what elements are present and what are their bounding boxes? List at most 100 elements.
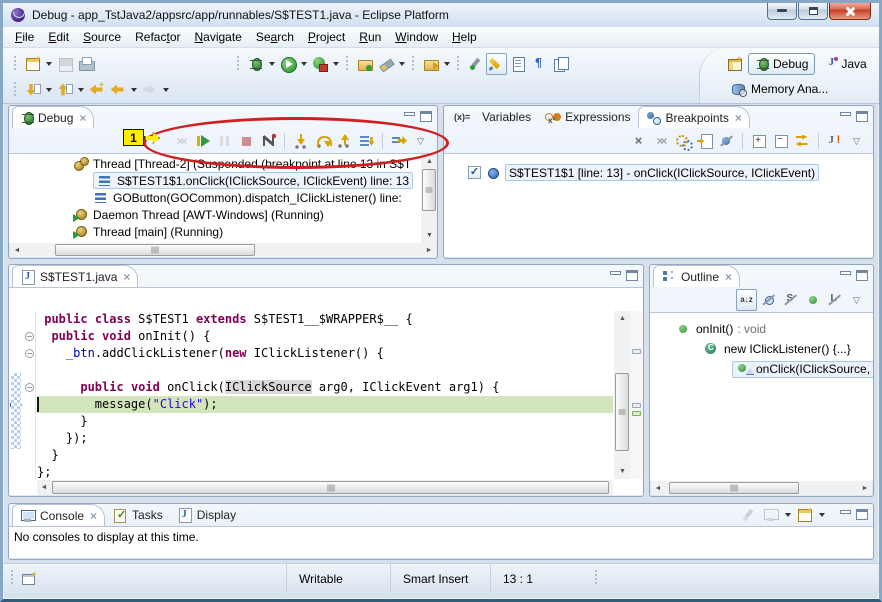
menu-search[interactable]: Search [249,28,301,46]
debug-tree-row[interactable]: GOButton(GOCommon).dispatch_IClickListen… [9,189,421,206]
debug-tree-row[interactable]: S$TEST1$1.onClick(IClickSource, IClickEv… [9,172,421,189]
statusbar-handle[interactable] [595,570,599,588]
folding-ruler[interactable] [23,311,36,479]
tab-expressions[interactable]: Expressions [538,106,637,128]
code-line[interactable]: public void onInit() { [37,328,613,345]
code-line[interactable]: }; [37,464,613,479]
tab-close-icon[interactable]: × [90,511,97,521]
prev-annotation-button[interactable] [54,79,75,101]
outline-tree-row[interactable]: onClick(IClickSource, [650,359,873,379]
breakpoint-row[interactable]: S$TEST1$1 [line: 13] - onClick(IClickSou… [444,164,873,181]
dropdown-arrow-icon[interactable] [782,504,793,526]
view-menu-button[interactable]: ▽ [846,289,867,311]
remove-all-button[interactable]: ×× [650,130,671,152]
show-supported-breakpoints-button[interactable] [672,130,693,152]
pin-editor-button[interactable] [465,53,486,75]
scroll-up-arrow[interactable]: ▲ [615,311,630,326]
link-with-view-button[interactable] [792,130,813,152]
dropdown-arrow-icon[interactable] [75,79,86,101]
dropdown-arrow-icon[interactable] [298,53,309,75]
minimize-view-button[interactable] [840,510,851,514]
scroll-down-arrow[interactable]: ▼ [615,464,630,479]
open-resource-button[interactable] [420,53,441,75]
open-console-button[interactable] [794,504,815,526]
expand-all-button[interactable] [748,130,769,152]
tab-close-icon[interactable]: × [79,113,86,123]
minimize-view-button[interactable] [404,112,415,116]
remove-button[interactable]: × [628,130,649,152]
fold-collapse-icon[interactable] [25,332,34,341]
run-button[interactable] [277,53,298,75]
breakpoint-checkbox[interactable] [468,166,481,179]
tab-close-icon[interactable]: × [725,272,732,282]
perspective-memory-button[interactable]: Memory Ana... [724,78,835,100]
outline-horizontal-scrollbar[interactable]: ◄ ► [651,481,872,495]
display-selected-console-button[interactable] [760,504,781,526]
tab-close-icon[interactable]: × [123,272,130,282]
scroll-down-arrow[interactable]: ▼ [422,228,437,243]
tab-console[interactable]: Console × [12,504,105,526]
annotation-ruler[interactable] [9,311,23,479]
menu-source[interactable]: Source [76,28,128,46]
code-line[interactable] [37,362,613,379]
tab-breakpoints[interactable]: Breakpoints × [638,106,750,128]
overview-annotation-mark[interactable] [632,403,641,408]
code-line[interactable]: } [37,413,613,430]
overview-current-line-mark[interactable] [632,411,641,416]
fold-collapse-icon[interactable] [25,383,34,392]
maximize-view-button[interactable] [626,270,638,281]
code-line[interactable]: } [37,447,613,464]
hide-non-public-button[interactable] [802,289,823,311]
overview-annotation-mark[interactable] [632,349,641,354]
code-line[interactable]: public class S$TEST1 extends S$TEST1__$W… [37,311,613,328]
code-line[interactable]: public void onClick(IClickSource arg0, I… [37,379,613,396]
current-debug-line[interactable]: message("Click"); [37,396,613,413]
new-wizard-button[interactable] [22,53,43,75]
maximize-view-button[interactable] [856,111,868,122]
minimize-view-button[interactable] [840,112,851,116]
window-close-button[interactable] [829,2,871,20]
menu-run[interactable]: Run [352,28,388,46]
menu-navigate[interactable]: Navigate [187,28,248,46]
toolbar-drag-handle[interactable] [411,55,416,73]
debug-tree-row[interactable]: Daemon Thread [AWT-Windows] (Running) [9,206,421,223]
editor-content[interactable]: public class S$TEST1 extends S$TEST1__$W… [9,287,643,495]
mark-occurrences-button[interactable] [486,53,507,75]
back-button[interactable] [107,79,128,101]
code-line[interactable]: }); [37,430,613,447]
toolbar-drag-handle[interactable] [13,55,18,73]
sort-button[interactable]: a↓z [736,289,757,311]
maximize-view-button[interactable] [420,111,432,122]
run-external-tools-button[interactable] [309,53,330,75]
statusbar-handle[interactable] [11,570,15,588]
menu-project[interactable]: Project [301,28,352,46]
add-java-exception-breakpoint-button[interactable] [824,130,845,152]
editor-horizontal-scrollbar[interactable]: ◄ [37,480,613,495]
dropdown-arrow-icon[interactable] [160,79,171,101]
toolbar-drag-handle[interactable] [456,55,461,73]
collapse-all-button[interactable] [770,130,791,152]
fold-collapse-icon[interactable] [25,349,34,358]
outline-tree-row[interactable]: new IClickListener() {...} [650,339,873,359]
outline-tree-row[interactable]: onInit() : void [650,319,873,339]
minimize-view-button[interactable] [840,271,851,275]
open-perspective-button[interactable] [724,53,745,75]
dropdown-arrow-icon[interactable] [128,79,139,101]
dropdown-arrow-icon[interactable] [396,53,407,75]
dropdown-arrow-icon[interactable] [816,504,827,526]
open-type-button[interactable] [354,53,375,75]
code-line[interactable]: _btn.addClickListener(new IClickListener… [37,345,613,362]
perspective-java-button[interactable]: J Java [818,53,873,75]
link-with-debug-button[interactable] [694,130,715,152]
debug-horizontal-scrollbar[interactable]: ◄ ► [10,243,436,257]
view-menu-button[interactable]: ▽ [846,130,867,152]
scroll-left-arrow[interactable]: ◄ [10,243,24,257]
minimize-view-button[interactable] [610,271,621,275]
debug-tree-row[interactable]: Thread [main] (Running) [9,223,421,240]
scroll-right-arrow[interactable]: ► [858,481,872,495]
debug-vertical-scrollbar[interactable]: ▲ ▼ [421,154,437,243]
toolbar-drag-handle[interactable] [345,55,350,73]
editor-vertical-scrollbar[interactable]: ▲ ▼ [614,311,630,479]
toolbar-drag-handle[interactable] [236,55,241,73]
debug-button[interactable] [245,53,266,75]
